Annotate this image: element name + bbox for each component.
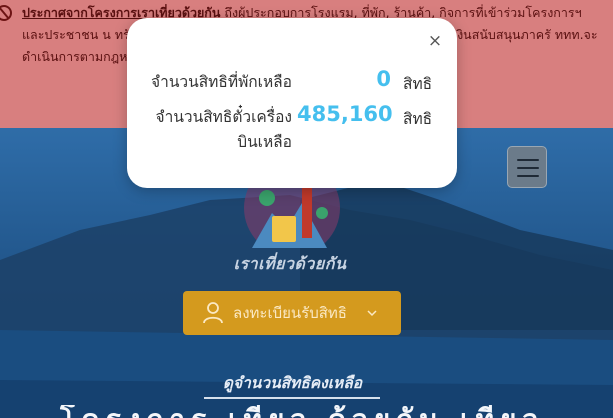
hamburger-icon [517,167,539,169]
menu-button[interactable] [507,146,547,188]
tagline: เราเที่ยวด้วยกัน [233,254,347,273]
room-rights-value: 0 [376,67,391,91]
flight-rights-unit: สิทธิ [403,110,433,128]
flight-rights-value: 485,160 [297,102,393,126]
chevron-down-icon [367,310,377,317]
register-button[interactable]: ลงทะเบียนรับสิทธิ [183,291,401,335]
warning-icon [0,5,12,21]
flight-rights-label-line1: จำนวนสิทธิตั๋วเครื่อง [155,108,292,126]
remaining-rights-modal: × จำนวนสิทธิที่พักเหลือ 0 สิทธิ จำนวนสิท… [127,18,457,188]
room-rights-unit: สิทธิ [403,75,433,93]
flight-rights-label-line2: บินเหลือ [237,133,292,151]
room-rights-label: จำนวนสิทธิที่พักเหลือ [151,73,292,91]
close-icon[interactable]: × [427,32,443,50]
hamburger-icon [517,159,539,161]
hamburger-icon [517,175,539,177]
remaining-rights-link[interactable]: ดูจำนวนสิทธิคงเหลือ [205,370,380,395]
user-icon [203,302,223,324]
link-underline [204,397,380,399]
bottom-heading: โครงการ เที่ยว ด้วยกัน เที่ยว [60,405,560,418]
register-label: ลงทะเบียนรับสิทธิ [233,304,347,322]
flight-rights-label: จำนวนสิทธิตั๋วเครื่อง บินเหลือ [137,105,292,155]
